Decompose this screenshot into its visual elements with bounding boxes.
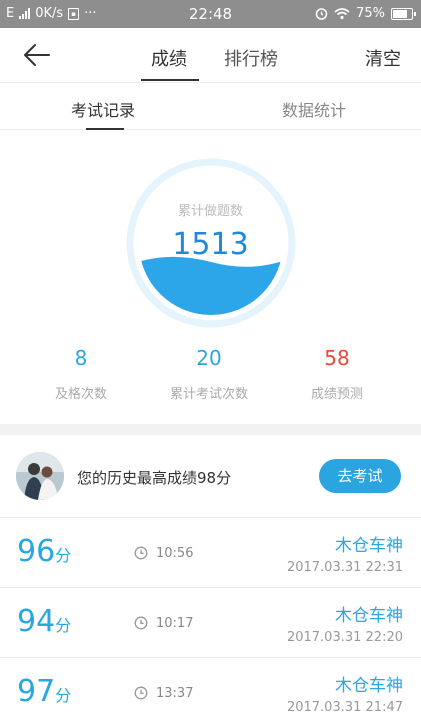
section-divider (0, 424, 421, 435)
score-prediction-label: 成绩预测 (310, 387, 363, 402)
avatar[interactable] (16, 452, 64, 500)
record-duration: 10:56 (156, 546, 194, 561)
battery-percent: 75% (356, 6, 385, 21)
clock-icon (134, 616, 148, 630)
gauge-label: 累计做题数 (177, 204, 243, 219)
exam-record-row[interactable]: 96分 10:56 木仓车神 2017.03.31 22:31 (0, 518, 421, 588)
record-date: 2017.03.31 22:20 (286, 630, 403, 645)
wifi-icon (334, 7, 350, 19)
clock-icon (134, 686, 148, 700)
tab-score-indicator (141, 79, 199, 81)
record-score: 96分 (17, 534, 72, 569)
gauge-value: 1513 (172, 227, 249, 262)
best-score-row: 您的历史最高成绩98分 去考试 (0, 435, 421, 518)
record-duration: 10:17 (156, 616, 194, 631)
record-score: 97分 (17, 674, 72, 709)
back-arrow-icon[interactable] (22, 42, 52, 68)
clock-icon (134, 546, 148, 560)
exam-count-value: 20 (196, 346, 222, 370)
pass-count-value: 8 (74, 346, 88, 370)
record-score: 94分 (17, 604, 72, 639)
tab-score[interactable]: 成绩 (151, 45, 187, 71)
avatar-photo-icon (16, 452, 64, 500)
record-username: 木仓车神 (335, 606, 403, 626)
exam-record-row[interactable]: 97分 13:37 木仓车神 2017.03.31 21:47 (0, 658, 421, 720)
take-exam-button[interactable]: 去考试 (319, 459, 401, 493)
top-navigation: 成绩 排行榜 清空 (0, 28, 421, 83)
clear-button[interactable]: 清空 (365, 45, 401, 71)
best-score-text: 您的历史最高成绩98分 (77, 469, 232, 487)
record-username: 木仓车神 (335, 676, 403, 696)
pass-count-label: 及格次数 (54, 387, 107, 402)
status-bar: E 0K/s ▪ ··· 22:48 75% (0, 0, 421, 28)
record-duration: 13:37 (156, 686, 194, 701)
tab-ranking[interactable]: 排行榜 (224, 45, 278, 71)
tab-exam-records-indicator (86, 128, 124, 130)
record-date: 2017.03.31 21:47 (286, 700, 403, 715)
exam-count-label: 累计考试次数 (169, 387, 248, 402)
sub-tabs: 考试记录 数据统计 (0, 83, 421, 130)
battery-icon (391, 7, 416, 20)
exam-record-row[interactable]: 94分 10:17 木仓车神 2017.03.31 22:20 (0, 588, 421, 658)
score-prediction-value: 58 (324, 346, 350, 370)
record-date: 2017.03.31 22:31 (286, 560, 403, 575)
tab-data-statistics[interactable]: 数据统计 (282, 97, 346, 121)
record-username: 木仓车神 (335, 536, 403, 556)
tab-exam-records[interactable]: 考试记录 (71, 97, 135, 121)
alarm-icon (315, 8, 328, 20)
